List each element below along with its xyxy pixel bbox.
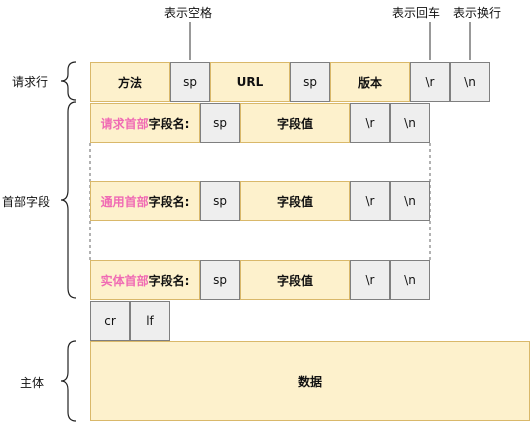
url-field: URL bbox=[210, 62, 290, 102]
request-line-brace bbox=[60, 61, 77, 101]
body-label: 主体 bbox=[20, 376, 45, 390]
lf-annotation: 表示换行 bbox=[453, 6, 502, 20]
request-header-lf: \n bbox=[390, 103, 430, 143]
request-line-cr: \r bbox=[410, 62, 450, 102]
general-header-name: 通用首部 字段名: bbox=[90, 181, 200, 221]
general-header-prefix: 通用首部 bbox=[100, 194, 149, 209]
entity-header-sp: sp bbox=[200, 260, 240, 300]
entity-header-prefix: 实体首部 bbox=[100, 273, 149, 288]
headers-brace bbox=[60, 101, 77, 299]
entity-header-lf: \n bbox=[390, 260, 430, 300]
headers-label: 首部字段 bbox=[2, 195, 51, 209]
request-header-value: 字段值 bbox=[240, 103, 350, 143]
field-name-label: 字段名: bbox=[148, 273, 190, 288]
method-field: 方法 bbox=[90, 62, 170, 102]
space-annotation: 表示空格 bbox=[164, 6, 213, 20]
request-header-prefix: 请求首部 bbox=[100, 116, 149, 131]
body-brace bbox=[60, 340, 77, 422]
general-header-value: 字段值 bbox=[240, 181, 350, 221]
request-line-lf: \n bbox=[450, 62, 490, 102]
general-header-cr: \r bbox=[350, 181, 390, 221]
entity-header-cr: \r bbox=[350, 260, 390, 300]
request-line-sp-2: sp bbox=[290, 62, 330, 102]
body-data: 数据 bbox=[90, 341, 530, 421]
request-header-cr: \r bbox=[350, 103, 390, 143]
version-field: 版本 bbox=[330, 62, 410, 102]
entity-header-name: 实体首部 字段名: bbox=[90, 260, 200, 300]
request-header-sp: sp bbox=[200, 103, 240, 143]
general-header-sp: sp bbox=[200, 181, 240, 221]
general-header-lf: \n bbox=[390, 181, 430, 221]
cr-annotation: 表示回车 bbox=[392, 6, 441, 20]
field-name-label: 字段名: bbox=[148, 194, 190, 209]
entity-header-value: 字段值 bbox=[240, 260, 350, 300]
request-header-name: 请求首部 字段名: bbox=[90, 103, 200, 143]
request-line-label: 请求行 bbox=[12, 75, 49, 89]
blank-line-cr: cr bbox=[90, 301, 130, 341]
request-line-sp: sp bbox=[170, 62, 210, 102]
field-name-label: 字段名: bbox=[148, 116, 190, 131]
blank-line-lf: lf bbox=[130, 301, 170, 341]
